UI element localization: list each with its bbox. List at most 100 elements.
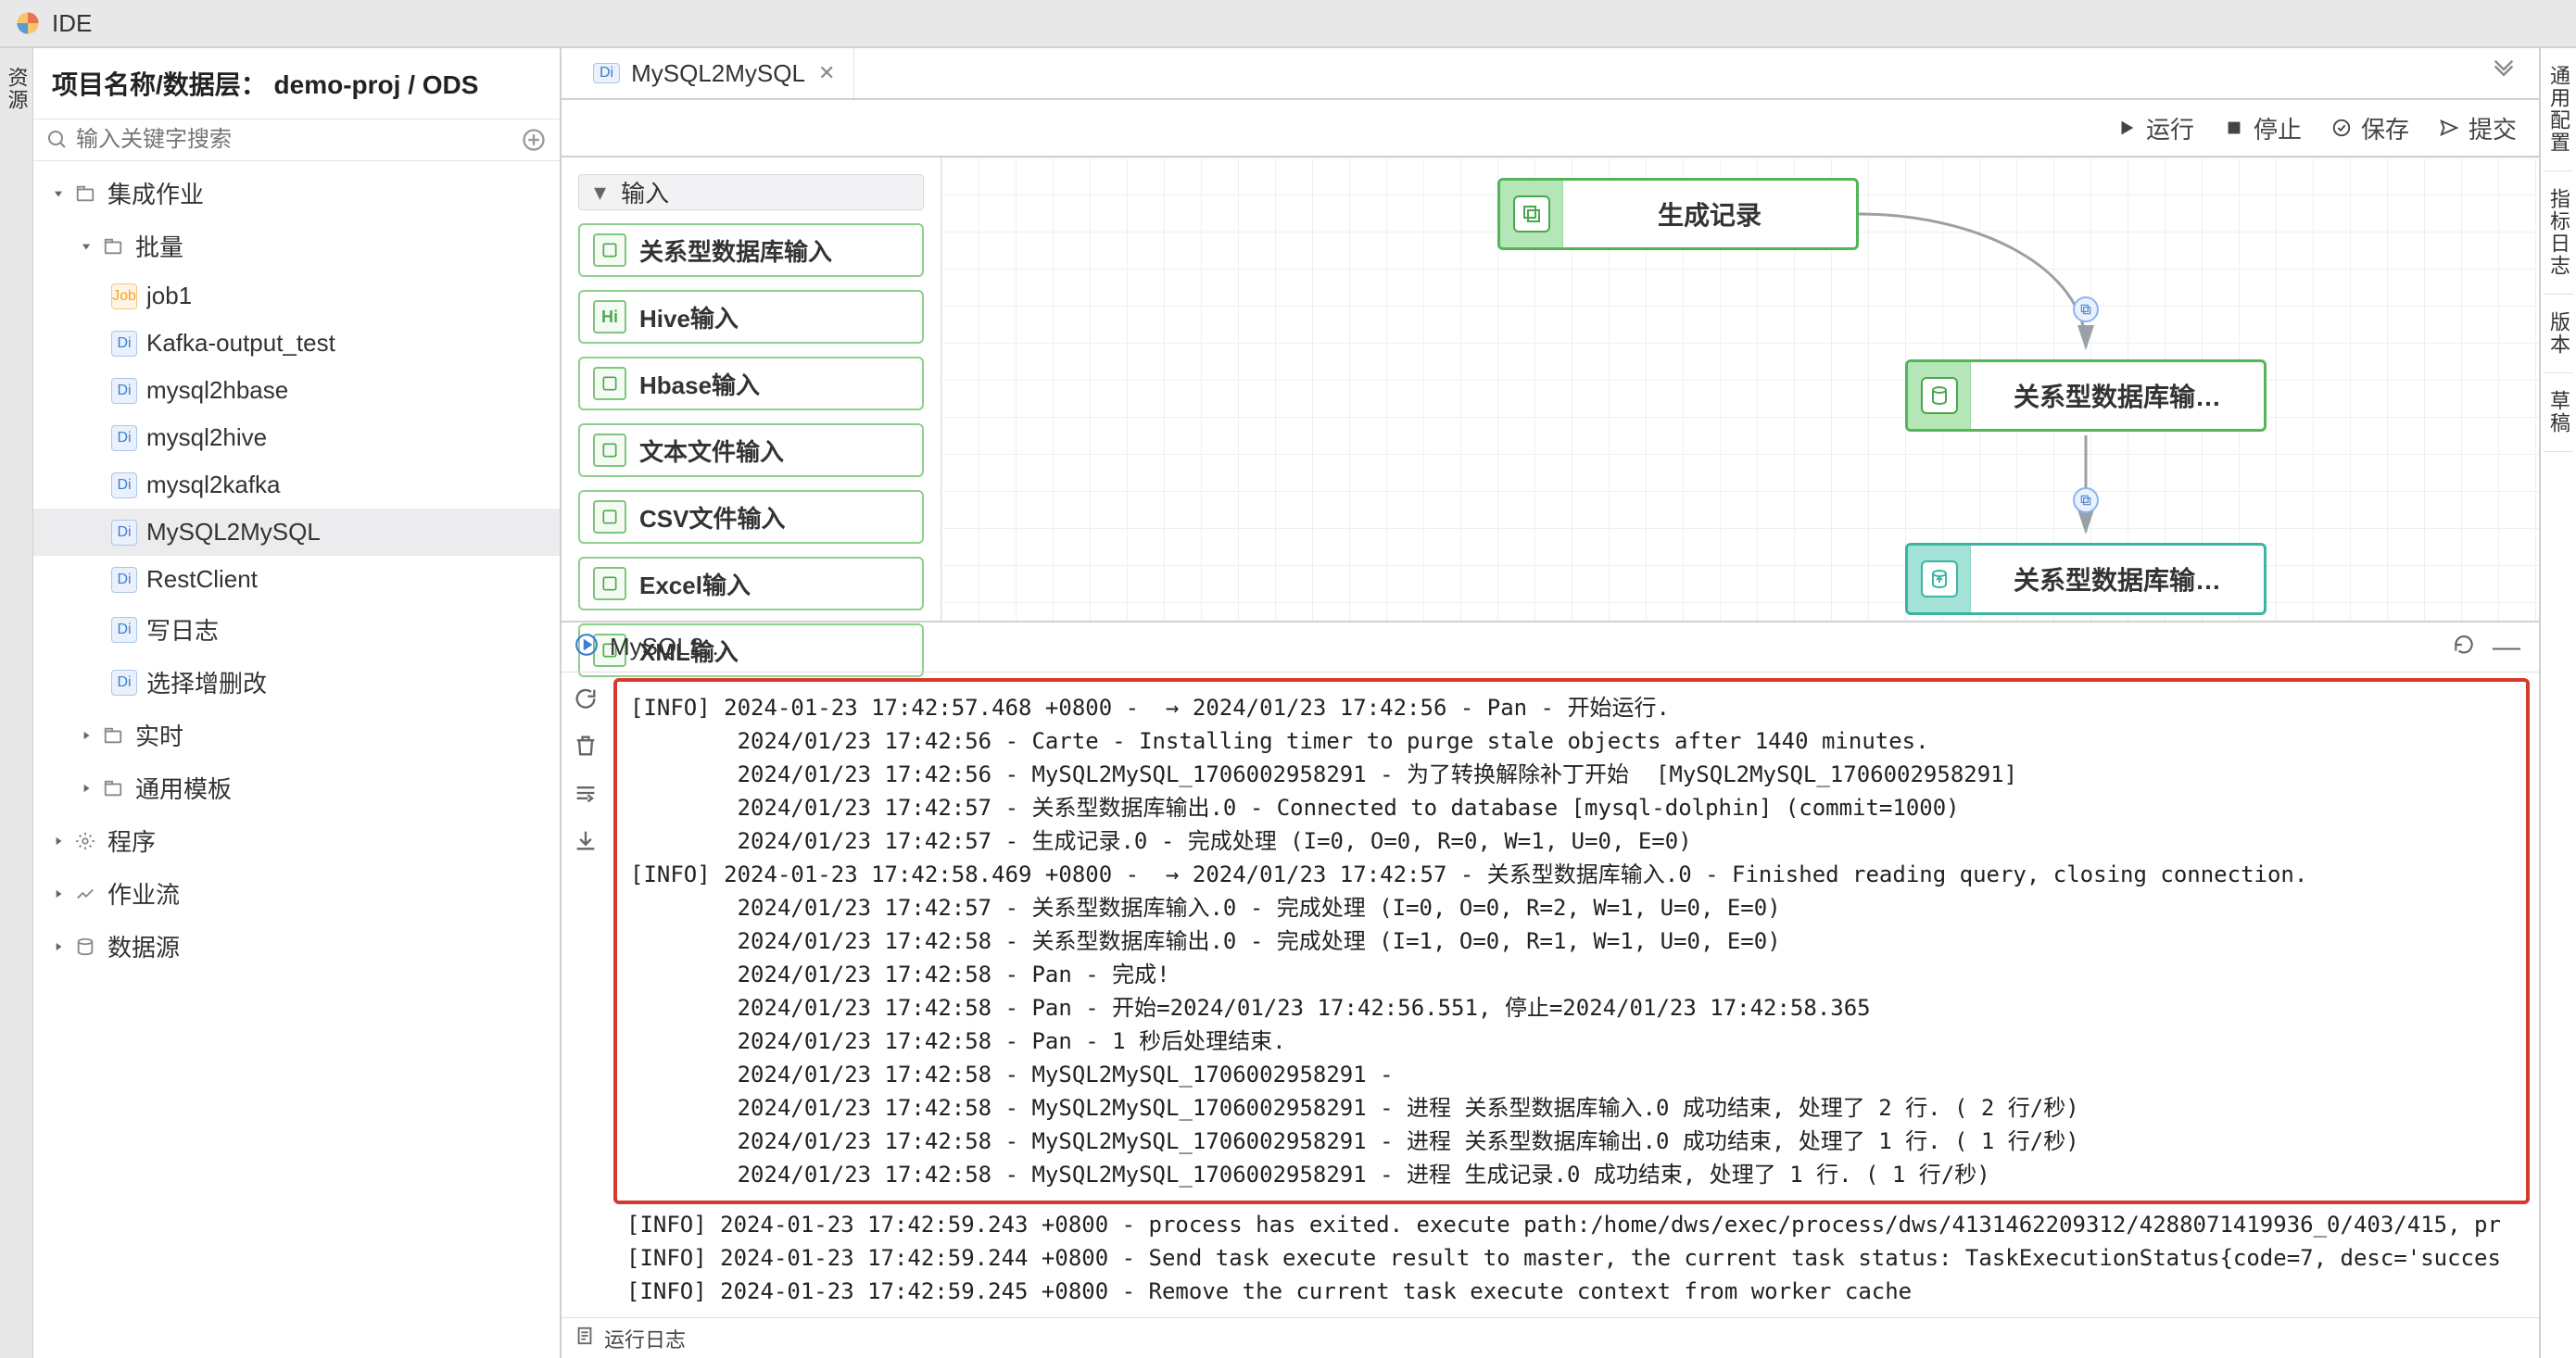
right-rail-item[interactable]: 通用配置 [2544,48,2573,171]
tree-item-label: RestClient [146,565,543,594]
download-icon[interactable] [573,827,599,858]
expand-tabs-icon[interactable] [2481,57,2526,90]
di-badge-icon: Di [111,331,137,357]
node-icon [1921,377,1958,414]
canvas-node[interactable]: 关系型数据库输… [1905,543,2267,615]
canvas[interactable]: 生成记录关系型数据库输… 关系型数据库输… [941,157,2539,621]
submit-button[interactable]: 提交 [2439,111,2517,145]
palette-item-icon [593,233,626,267]
stop-button[interactable]: 停止 [2224,111,2302,145]
tree-item-label: 写日志 [146,612,543,647]
minimize-icon[interactable]: — [2487,632,2526,663]
play-circle-icon [575,633,599,661]
tree-item[interactable]: Di 写日志 [33,603,560,656]
gear-icon [72,828,98,854]
left-rail-label[interactable]: 资源 [2,67,32,111]
di-badge-icon: Di [111,425,137,451]
di-badge-icon: Di [593,63,620,83]
refresh-icon[interactable] [2452,633,2476,661]
palette-item-label: Hive输入 [639,300,739,334]
console-tab-label[interactable]: MySQL2… [610,633,727,661]
node-label: 关系型数据库输… [1971,377,2264,414]
palette-item[interactable]: 关系型数据库输入 [578,223,924,277]
rerun-icon[interactable] [573,685,599,716]
tree-item[interactable]: 通用模板 [33,761,560,814]
tree: 集成作业批量Jobjob1DiKafka-output_testDimysql2… [33,161,560,1358]
add-circle-icon[interactable] [521,127,547,153]
tree-item[interactable]: 实时 [33,709,560,761]
tree-item-label: 作业流 [107,876,543,911]
folder-icon [100,233,126,259]
palette-item-label: Excel输入 [639,567,751,601]
palette-item-icon [593,567,626,600]
wrap-icon[interactable] [573,780,599,811]
canvas-node[interactable]: 关系型数据库输… [1905,359,2267,432]
tab-active[interactable]: Di MySQL2MySQL ✕ [575,48,854,98]
close-icon[interactable]: ✕ [818,61,835,85]
palette-item[interactable]: 文本文件输入 [578,423,924,477]
palette: ▾ 输入 关系型数据库输入 HiHive输入 Hbase输入文本文件输入 CSV文件输… [562,157,941,621]
palette-item[interactable]: HiHive输入 [578,290,924,344]
tree-item[interactable]: DiMySQL2MySQL [33,509,560,556]
palette-item-label: 文本文件输入 [639,434,784,468]
tree-item[interactable]: 批量 [33,220,560,272]
connection-handle-icon[interactable] [2073,296,2099,322]
tree-item[interactable]: 作业流 [33,867,560,920]
palette-item-icon [593,500,626,534]
titlebar: IDE [0,0,2576,48]
tree-item[interactable]: Dimysql2kafka [33,461,560,509]
job-badge-icon: Job [111,283,137,309]
tree-item[interactable]: Job job1 [33,272,560,320]
right-rail-item[interactable]: 版本 [2544,295,2573,373]
di-badge-icon: Di [111,472,137,498]
console-footer: 运行日志 [562,1317,2539,1358]
right-rail-item[interactable]: 指标日志 [2544,171,2573,295]
connection-handle-icon[interactable] [2073,487,2099,513]
tree-item[interactable]: Dimysql2hive [33,414,560,461]
tree-item[interactable]: Di mysql2hbase [33,367,560,414]
tree-item[interactable]: Di RestClient [33,556,560,603]
tree-item-label: job1 [146,282,543,310]
tree-item-label: 通用模板 [135,771,543,805]
left-rail: 资源 [0,48,33,1358]
palette-item-label: Hbase输入 [639,367,760,401]
tree-item[interactable]: Di Kafka-output_test [33,320,560,367]
log-rest: [INFO] 2024-01-23 17:42:59.243 +0800 - p… [613,1204,2530,1312]
search-row [33,119,560,161]
search-input[interactable] [76,127,521,153]
palette-section-header[interactable]: ▾ 输入 [578,174,924,210]
tree-item-label: 程序 [107,824,543,858]
flow-icon [72,881,98,907]
console-footer-label[interactable]: 运行日志 [604,1324,686,1353]
tree-item-label: Kafka-output_test [146,329,543,358]
palette-item-icon [593,434,626,467]
palette-item-label: CSV文件输入 [639,500,785,534]
console-tools [562,673,610,1317]
di-badge-icon: Di [111,378,137,404]
canvas-node[interactable]: 生成记录 [1497,178,1859,250]
log-highlighted: [INFO] 2024-01-23 17:42:57.468 +0800 - →… [613,678,2530,1204]
tree-item[interactable]: 数据源 [33,920,560,973]
trash-icon[interactable] [573,733,599,763]
sidebar: 项目名称/数据层： demo-proj / ODS 集成作业批量Jobjob1D… [33,48,562,1358]
node-icon [1513,195,1550,233]
tree-item[interactable]: Di选择增删改 [33,656,560,709]
tree-item-label: 数据源 [107,929,543,963]
di-badge-icon: Di [111,567,137,593]
toolbar: 运行 停止 保存 提交 [562,100,2539,157]
save-button[interactable]: 保存 [2331,111,2409,145]
tree-item-label: 集成作业 [107,176,543,210]
palette-item[interactable]: Hbase输入 [578,357,924,410]
palette-item[interactable]: CSV文件输入 [578,490,924,544]
node-label: 生成记录 [1563,195,1856,233]
tree-item-label: mysql2hbase [146,376,543,405]
tree-item[interactable]: 集成作业 [33,167,560,220]
titlebar-title: IDE [52,9,92,38]
right-rail-item[interactable]: 草稿 [2544,373,2573,452]
folder-icon [100,723,126,748]
palette-item[interactable]: Excel输入 [578,557,924,610]
run-button[interactable]: 运行 [2116,111,2194,145]
di-badge-icon: Di [111,617,137,643]
tree-item-label: 选择增删改 [146,665,543,699]
tree-item[interactable]: 程序 [33,814,560,867]
